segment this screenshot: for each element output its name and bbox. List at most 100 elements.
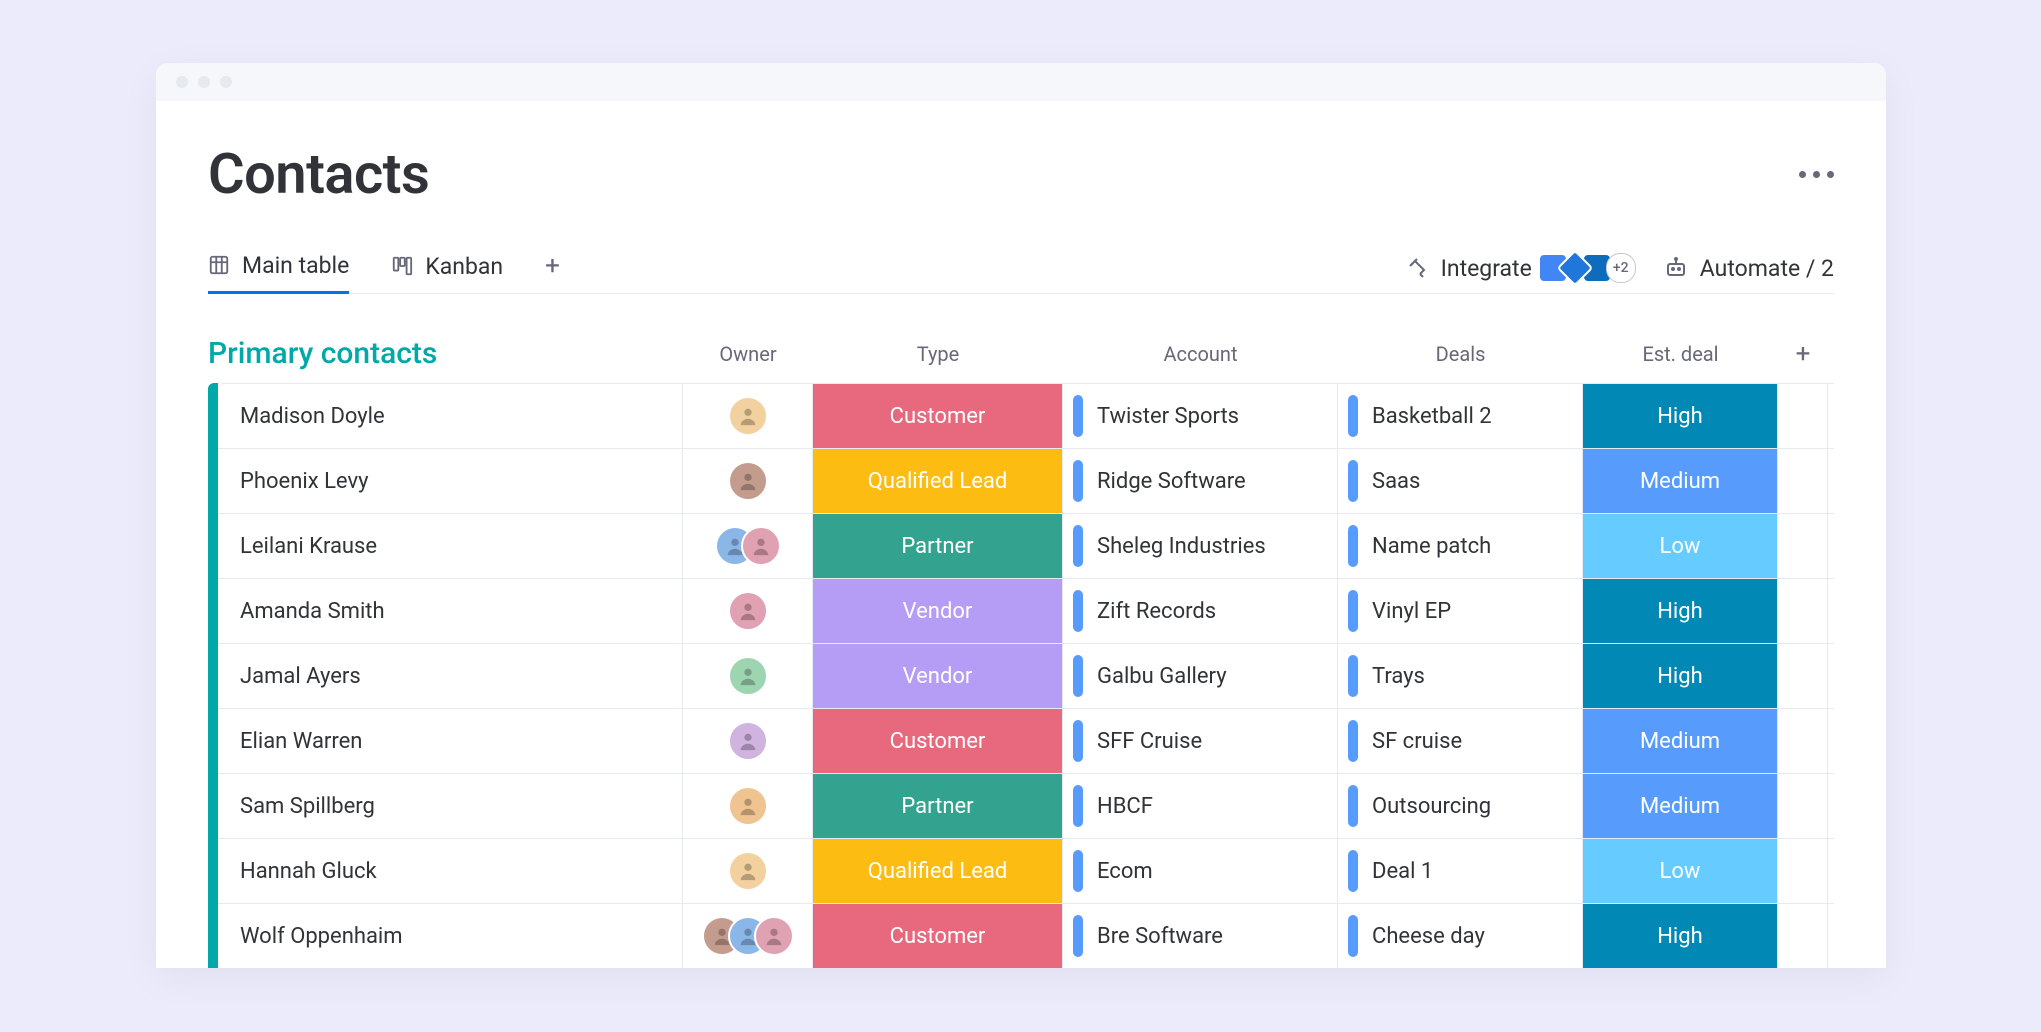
cell-type[interactable]: Customer bbox=[813, 904, 1063, 968]
cell-contact-name[interactable]: Sam Spillberg bbox=[218, 774, 683, 838]
integrate-button[interactable]: Integrate +2 bbox=[1405, 253, 1636, 283]
cell-owner[interactable] bbox=[683, 449, 813, 513]
cell-est-deal[interactable]: Medium bbox=[1583, 709, 1778, 773]
avatar[interactable] bbox=[728, 786, 768, 826]
type-label: Vendor bbox=[903, 664, 973, 689]
cell-est-deal[interactable]: Low bbox=[1583, 514, 1778, 578]
table-row[interactable]: Sam Spillberg Partner HBCF OutsourcingMediu… bbox=[218, 773, 1834, 838]
cell-account[interactable]: Galbu Gallery bbox=[1063, 644, 1338, 708]
cell-contact-name[interactable]: Amanda Smith bbox=[218, 579, 683, 643]
table-row[interactable]: Elian Warren CustomerSFF CruiseSF cruiseM… bbox=[218, 708, 1834, 773]
cell-type[interactable]: Qualified Lead bbox=[813, 839, 1063, 903]
cell-type[interactable]: Partner bbox=[813, 514, 1063, 578]
table-row[interactable]: Jamal Ayers Vendor Galbu GalleryTraysHigh bbox=[218, 643, 1834, 708]
cell-est-deal[interactable]: High bbox=[1583, 384, 1778, 448]
table-row[interactable]: Wolf Oppenhaim CustomerBre SoftwareCheese… bbox=[218, 903, 1834, 968]
cell-owner[interactable] bbox=[683, 904, 813, 968]
avatar[interactable] bbox=[741, 526, 781, 566]
column-header-deals[interactable]: Deals bbox=[1338, 342, 1583, 366]
cell-contact-name[interactable]: Madison Doyle bbox=[218, 384, 683, 448]
link-chip-icon bbox=[1348, 850, 1358, 892]
cell-deals[interactable]: Name patch bbox=[1338, 514, 1583, 578]
cell-est-deal[interactable]: High bbox=[1583, 904, 1778, 968]
cell-owner[interactable] bbox=[683, 709, 813, 773]
cell-contact-name[interactable]: Elian Warren bbox=[218, 709, 683, 773]
cell-deals[interactable]: Basketball 2 bbox=[1338, 384, 1583, 448]
cell-deals[interactable]: Trays bbox=[1338, 644, 1583, 708]
cell-est-deal[interactable]: High bbox=[1583, 644, 1778, 708]
avatar[interactable] bbox=[728, 591, 768, 631]
column-header-type[interactable]: Type bbox=[813, 342, 1063, 366]
cell-est-deal[interactable]: High bbox=[1583, 579, 1778, 643]
tabs-left: Main table Kanban + bbox=[208, 251, 560, 293]
table-row[interactable]: Madison Doyle CustomerTwister SportsBaske… bbox=[218, 383, 1834, 448]
table-row[interactable]: Hannah Gluck Qualified Lead Ecom Deal 1Low bbox=[218, 838, 1834, 903]
cell-owner[interactable] bbox=[683, 514, 813, 578]
group-title[interactable]: Primary contacts bbox=[208, 336, 683, 371]
cell-account[interactable]: Bre Software bbox=[1063, 904, 1338, 968]
add-view-button[interactable]: + bbox=[545, 251, 560, 293]
cell-account[interactable]: Ecom bbox=[1063, 839, 1338, 903]
cell-type[interactable]: Customer bbox=[813, 709, 1063, 773]
cell-est-deal[interactable]: Medium bbox=[1583, 774, 1778, 838]
link-chip-icon bbox=[1348, 915, 1358, 957]
cell-deals[interactable]: Outsourcing bbox=[1338, 774, 1583, 838]
automate-button[interactable]: Automate / 2 bbox=[1664, 255, 1834, 282]
cell-owner[interactable] bbox=[683, 839, 813, 903]
add-column-button[interactable]: + bbox=[1778, 339, 1828, 369]
cell-account[interactable]: Ridge Software bbox=[1063, 449, 1338, 513]
avatar[interactable] bbox=[728, 396, 768, 436]
cell-owner[interactable] bbox=[683, 579, 813, 643]
cell-type[interactable]: Partner bbox=[813, 774, 1063, 838]
cell-account[interactable]: Sheleg Industries bbox=[1063, 514, 1338, 578]
avatar[interactable] bbox=[728, 721, 768, 761]
avatar[interactable] bbox=[728, 851, 768, 891]
est-deal-label: High bbox=[1657, 924, 1703, 949]
app-window: Contacts Main table Kanban + bbox=[156, 63, 1886, 968]
cell-contact-name[interactable]: Wolf Oppenhaim bbox=[218, 904, 683, 968]
column-header-account[interactable]: Account bbox=[1063, 342, 1338, 366]
cell-est-deal[interactable]: Medium bbox=[1583, 449, 1778, 513]
more-menu-icon[interactable] bbox=[1799, 171, 1834, 178]
cell-account[interactable]: Zift Records bbox=[1063, 579, 1338, 643]
table-row[interactable]: Amanda Smith VendorZift Records Vinyl EP Hi… bbox=[218, 578, 1834, 643]
cell-account[interactable]: SFF Cruise bbox=[1063, 709, 1338, 773]
cell-owner[interactable] bbox=[683, 644, 813, 708]
cell-account[interactable]: HBCF bbox=[1063, 774, 1338, 838]
cell-type[interactable]: Qualified Lead bbox=[813, 449, 1063, 513]
account-text: HBCF bbox=[1097, 794, 1153, 819]
link-chip-icon bbox=[1073, 590, 1083, 632]
cell-contact-name[interactable]: Leilani Krause bbox=[218, 514, 683, 578]
contact-name-text: Jamal Ayers bbox=[240, 664, 361, 689]
cell-type[interactable]: Vendor bbox=[813, 644, 1063, 708]
cell-deals[interactable]: Vinyl EP bbox=[1338, 579, 1583, 643]
column-header-owner[interactable]: Owner bbox=[683, 342, 813, 366]
table-row[interactable]: Leilani Krause PartnerSheleg IndustriesNa… bbox=[218, 513, 1834, 578]
cell-deals[interactable]: Cheese day bbox=[1338, 904, 1583, 968]
est-deal-label: High bbox=[1657, 404, 1703, 429]
tab-main-table[interactable]: Main table bbox=[208, 252, 349, 294]
avatar[interactable] bbox=[728, 461, 768, 501]
avatar[interactable] bbox=[754, 916, 794, 956]
cell-account[interactable]: Twister Sports bbox=[1063, 384, 1338, 448]
avatar-stack bbox=[728, 591, 768, 631]
cell-contact-name[interactable]: Hannah Gluck bbox=[218, 839, 683, 903]
cell-contact-name[interactable]: Jamal Ayers bbox=[218, 644, 683, 708]
avatar-stack bbox=[728, 461, 768, 501]
tab-label: Main table bbox=[242, 252, 349, 279]
cell-contact-name[interactable]: Phoenix Levy bbox=[218, 449, 683, 513]
cell-deals[interactable]: SF cruise bbox=[1338, 709, 1583, 773]
cell-type[interactable]: Vendor bbox=[813, 579, 1063, 643]
column-header-est-deal[interactable]: Est. deal bbox=[1583, 342, 1778, 366]
cell-type[interactable]: Customer bbox=[813, 384, 1063, 448]
cell-deals[interactable]: Deal 1 bbox=[1338, 839, 1583, 903]
cell-deals[interactable]: Saas bbox=[1338, 449, 1583, 513]
cell-owner[interactable] bbox=[683, 384, 813, 448]
table-row[interactable]: Phoenix Levy Qualified LeadRidge Software… bbox=[218, 448, 1834, 513]
cell-owner[interactable] bbox=[683, 774, 813, 838]
cell-est-deal[interactable]: Low bbox=[1583, 839, 1778, 903]
account-text: Ecom bbox=[1097, 859, 1153, 884]
deal-text: Vinyl EP bbox=[1372, 599, 1451, 624]
avatar[interactable] bbox=[728, 656, 768, 696]
tab-kanban[interactable]: Kanban bbox=[391, 253, 503, 292]
